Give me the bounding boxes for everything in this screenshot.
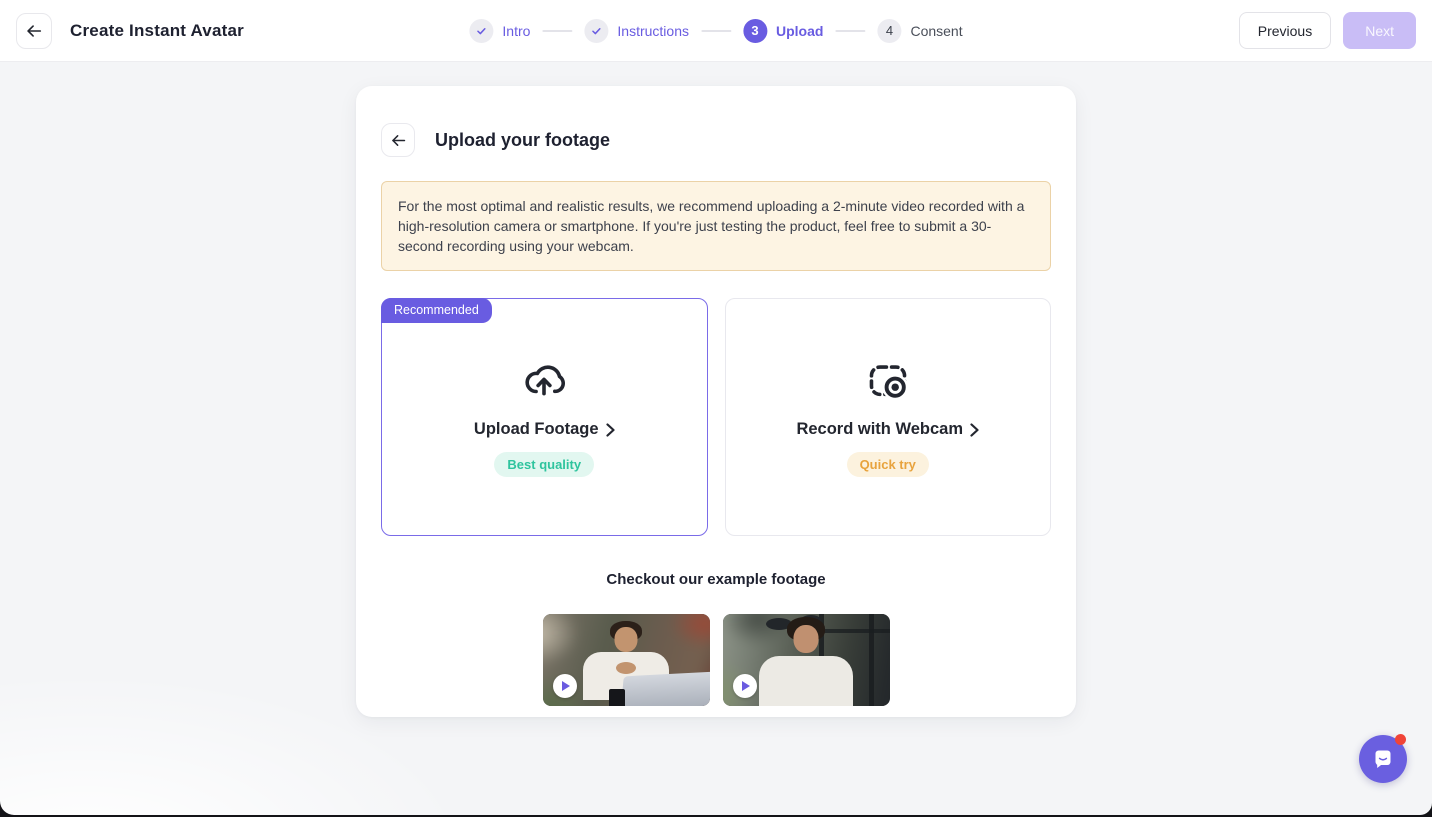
option-label: Record with Webcam bbox=[796, 420, 979, 439]
play-button[interactable] bbox=[552, 674, 577, 698]
step-upload[interactable]: 3 Upload bbox=[743, 18, 824, 43]
chat-bubble-icon bbox=[1371, 747, 1395, 771]
step-intro[interactable]: Intro bbox=[469, 18, 531, 43]
play-icon bbox=[561, 681, 570, 691]
example-video-thumbnail[interactable] bbox=[722, 614, 890, 706]
play-icon bbox=[741, 681, 750, 691]
webcam-icon bbox=[865, 357, 911, 403]
step-connector bbox=[542, 29, 573, 32]
arrow-left-icon bbox=[390, 132, 407, 149]
best-quality-tag: Best quality bbox=[494, 452, 595, 477]
option-label-text: Record with Webcam bbox=[796, 420, 964, 438]
quick-try-tag: Quick try bbox=[846, 452, 929, 477]
app-window: Create Instant Avatar Intro Instructions… bbox=[0, 0, 1432, 815]
arrow-left-icon bbox=[25, 22, 43, 40]
chevron-right-icon bbox=[605, 422, 615, 437]
step-instructions[interactable]: Instructions bbox=[584, 18, 689, 43]
card-header: Upload your footage bbox=[381, 123, 1051, 157]
header-actions: Previous Next bbox=[1238, 12, 1416, 49]
card-back-button[interactable] bbox=[381, 123, 415, 157]
back-button[interactable] bbox=[16, 12, 52, 49]
upload-options: Recommended Upload Footage Best quality bbox=[381, 298, 1051, 536]
previous-button[interactable]: Previous bbox=[1238, 12, 1332, 49]
recommendation-notice: For the most optimal and realistic resul… bbox=[381, 181, 1051, 271]
video-still-laptop bbox=[619, 671, 710, 706]
wizard-header: Create Instant Avatar Intro Instructions… bbox=[0, 0, 1432, 62]
chat-launcher-button[interactable] bbox=[1359, 734, 1407, 783]
video-duration-row: 1.00 1.00 bbox=[381, 706, 1051, 717]
notification-dot bbox=[1395, 734, 1406, 745]
upload-card: Upload your footage For the most optimal… bbox=[356, 86, 1076, 717]
step-label: Consent bbox=[910, 22, 963, 39]
step-label: Upload bbox=[776, 22, 824, 39]
upload-footage-option[interactable]: Recommended Upload Footage Best quality bbox=[381, 298, 708, 536]
play-button[interactable] bbox=[732, 674, 757, 698]
step-label: Instructions bbox=[617, 22, 689, 39]
option-label: Upload Footage bbox=[474, 420, 615, 439]
cloud-upload-icon bbox=[521, 357, 567, 403]
step-check-icon bbox=[469, 18, 494, 43]
stepper: Intro Instructions 3 Upload 4 Consent bbox=[469, 18, 963, 43]
step-connector bbox=[835, 29, 866, 32]
record-webcam-option[interactable]: Record with Webcam Quick try bbox=[724, 298, 1051, 536]
video-still-mug bbox=[608, 689, 625, 706]
video-still-person bbox=[756, 614, 856, 706]
step-number: 4 bbox=[877, 18, 902, 43]
step-number: 3 bbox=[743, 18, 767, 43]
step-check-icon bbox=[584, 18, 609, 43]
recommended-badge: Recommended bbox=[381, 298, 492, 323]
example-video-thumbnail[interactable] bbox=[542, 614, 710, 706]
step-connector bbox=[701, 29, 731, 32]
page-title: Create Instant Avatar bbox=[70, 20, 244, 40]
card-title: Upload your footage bbox=[435, 129, 610, 150]
step-label: Intro bbox=[502, 22, 531, 39]
step-consent[interactable]: 4 Consent bbox=[877, 18, 963, 43]
next-button[interactable]: Next bbox=[1343, 12, 1416, 49]
option-label-text: Upload Footage bbox=[473, 420, 599, 438]
chevron-right-icon bbox=[970, 422, 979, 437]
example-videos bbox=[381, 614, 1051, 706]
examples-title: Checkout our example footage bbox=[606, 571, 826, 588]
